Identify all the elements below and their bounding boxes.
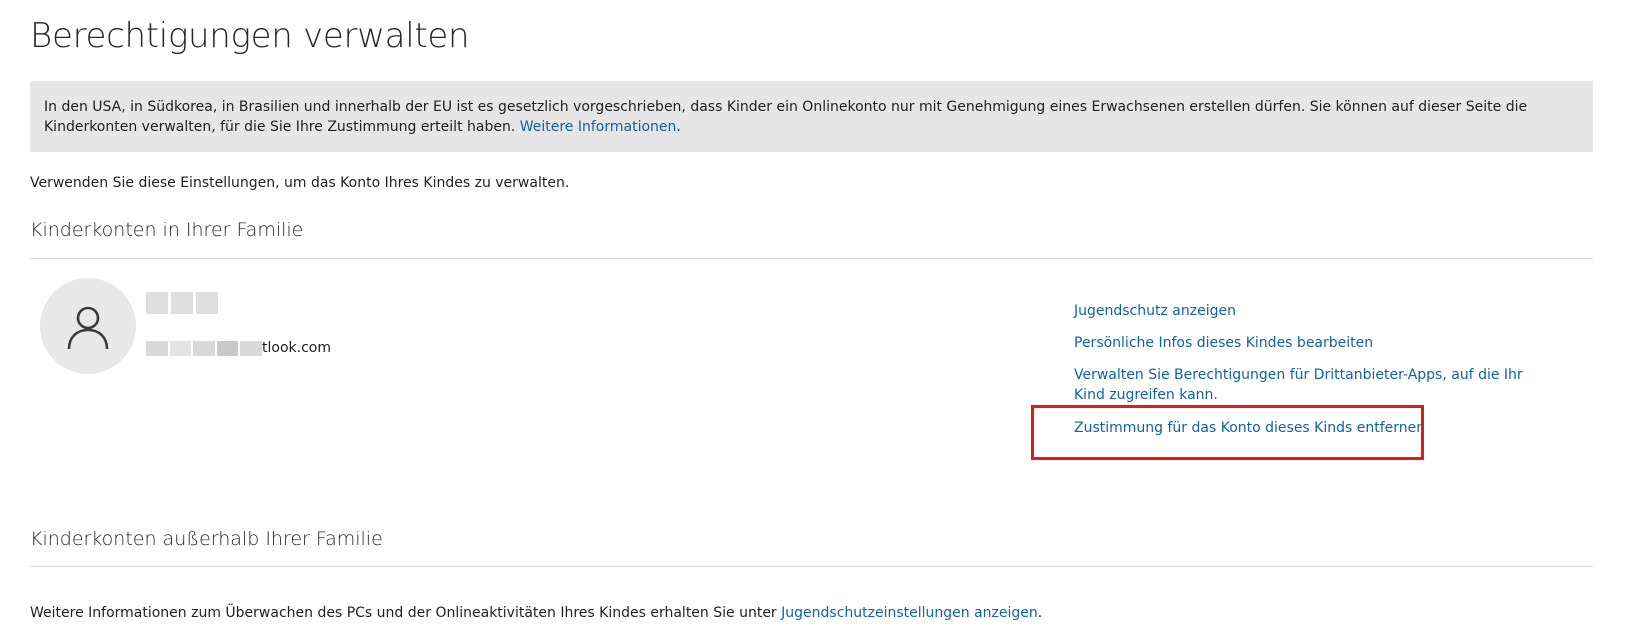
- section-heading-in-family: Kinderkonten in Ihrer Familie: [30, 219, 304, 241]
- highlight-box: [1031, 405, 1424, 460]
- child-email-redacted: [146, 340, 262, 356]
- manage-third-party-apps-link[interactable]: Verwalten Sie Berechtigungen für Drittan…: [1074, 365, 1534, 405]
- section-heading-outside-family: Kinderkonten außerhalb Ihrer Familie: [30, 528, 383, 550]
- avatar: [40, 278, 136, 374]
- child-email: tlook.com: [146, 338, 331, 358]
- intro-text: Verwenden Sie diese Einstellungen, um da…: [30, 175, 570, 191]
- page-title: Berechtigungen verwalten: [30, 16, 470, 56]
- more-info-link[interactable]: Weitere Informationen: [520, 119, 677, 135]
- footer-text-body: Weitere Informationen zum Überwachen des…: [30, 605, 782, 621]
- divider: [30, 258, 1593, 259]
- footer-text: Weitere Informationen zum Überwachen des…: [30, 605, 1042, 621]
- child-name-redacted: [146, 292, 218, 314]
- view-parental-settings-link[interactable]: Jugendschutzeinstellungen anzeigen: [781, 605, 1038, 621]
- person-icon: [67, 306, 109, 350]
- legal-notice-text: In den USA, in Südkorea, in Brasilien un…: [44, 99, 1528, 135]
- footer-trailing: .: [1037, 605, 1043, 621]
- divider: [30, 566, 1593, 567]
- child-email-visible: tlook.com: [262, 340, 331, 356]
- view-parental-controls-link[interactable]: Jugendschutz anzeigen: [1074, 301, 1236, 321]
- legal-notice-banner: In den USA, in Südkorea, in Brasilien un…: [30, 81, 1593, 152]
- edit-child-info-link[interactable]: Persönliche Infos dieses Kindes bearbeit…: [1074, 333, 1373, 353]
- legal-notice-trailing: .: [676, 119, 681, 135]
